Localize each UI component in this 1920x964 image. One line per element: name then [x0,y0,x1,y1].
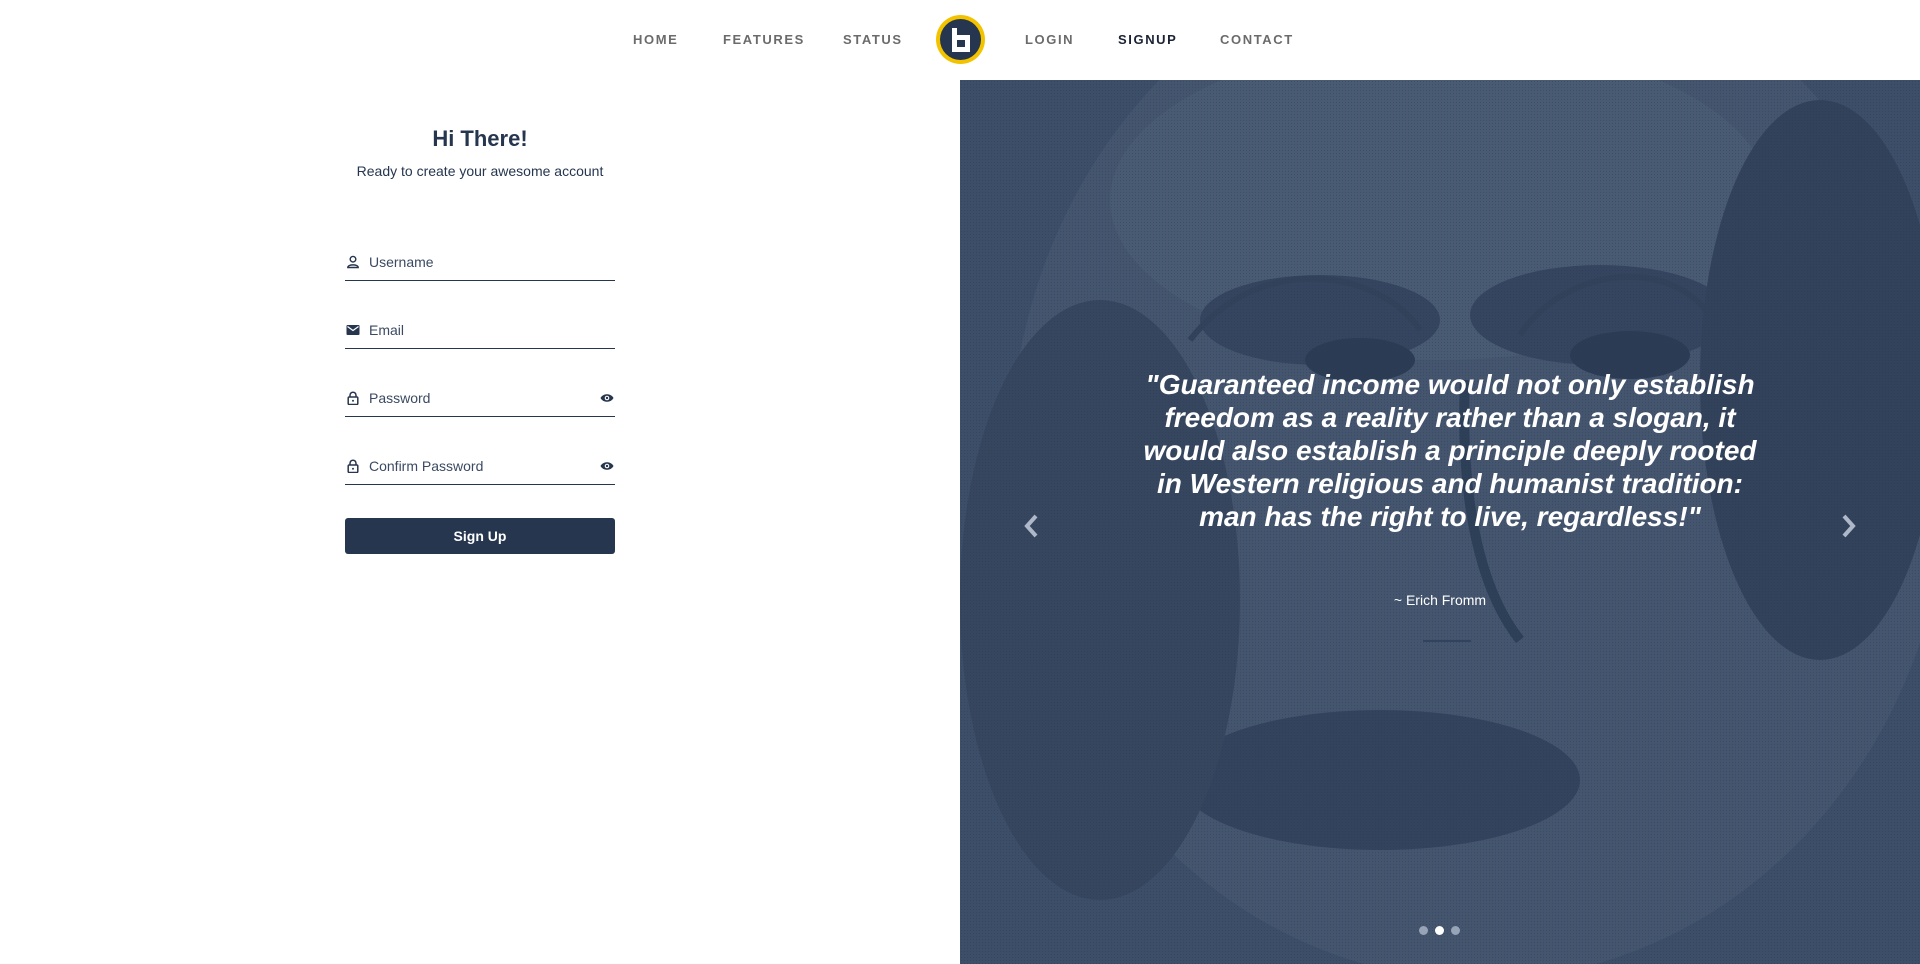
quote-carousel: "Guaranteed income would not only establ… [960,80,1920,964]
eye-icon[interactable] [600,461,614,471]
nav-status-link[interactable]: STATUS [843,32,903,47]
eye-icon[interactable] [600,393,614,403]
chevron-right-icon[interactable] [1836,511,1860,541]
page-subtitle: Ready to create your awesome account [356,163,604,179]
quote-author: ~ Erich Fromm [1393,592,1487,608]
lock-icon [347,459,359,473]
password-field [345,381,615,417]
nav-contact-link[interactable]: CONTACT [1220,32,1294,47]
author-divider [1423,640,1471,642]
nav-home-link[interactable]: HOME [633,32,678,47]
email-input[interactable] [369,313,589,347]
username-input[interactable] [369,245,589,279]
nav-login-link[interactable]: LOGIN [1025,32,1074,47]
carousel-dot-2[interactable] [1435,926,1444,935]
user-icon [347,255,359,269]
sign-up-button[interactable]: Sign Up [345,518,615,554]
page-title: Hi There! [432,126,528,151]
b-logo-icon[interactable] [936,15,985,64]
quote-text: "Guaranteed income would not only establ… [1143,369,1757,532]
nav-features-link[interactable]: FEATURES [723,32,805,47]
top-navigation: HOME FEATURES STATUS LOGIN SIGNUP CONTAC… [0,0,1920,80]
logo-inner [940,19,981,60]
chevron-left-icon[interactable] [1020,511,1044,541]
username-field [345,245,615,281]
lock-icon [347,391,359,405]
nav-signup-link[interactable]: SIGNUP [1118,32,1177,47]
email-field [345,313,615,349]
password-input[interactable] [369,381,589,415]
envelope-icon [346,325,360,335]
carousel-dot-1[interactable] [1419,926,1428,935]
b-glyph [952,28,970,52]
confirm-password-input[interactable] [369,449,589,483]
confirm-password-field [345,449,615,485]
carousel-dot-3[interactable] [1451,926,1460,935]
